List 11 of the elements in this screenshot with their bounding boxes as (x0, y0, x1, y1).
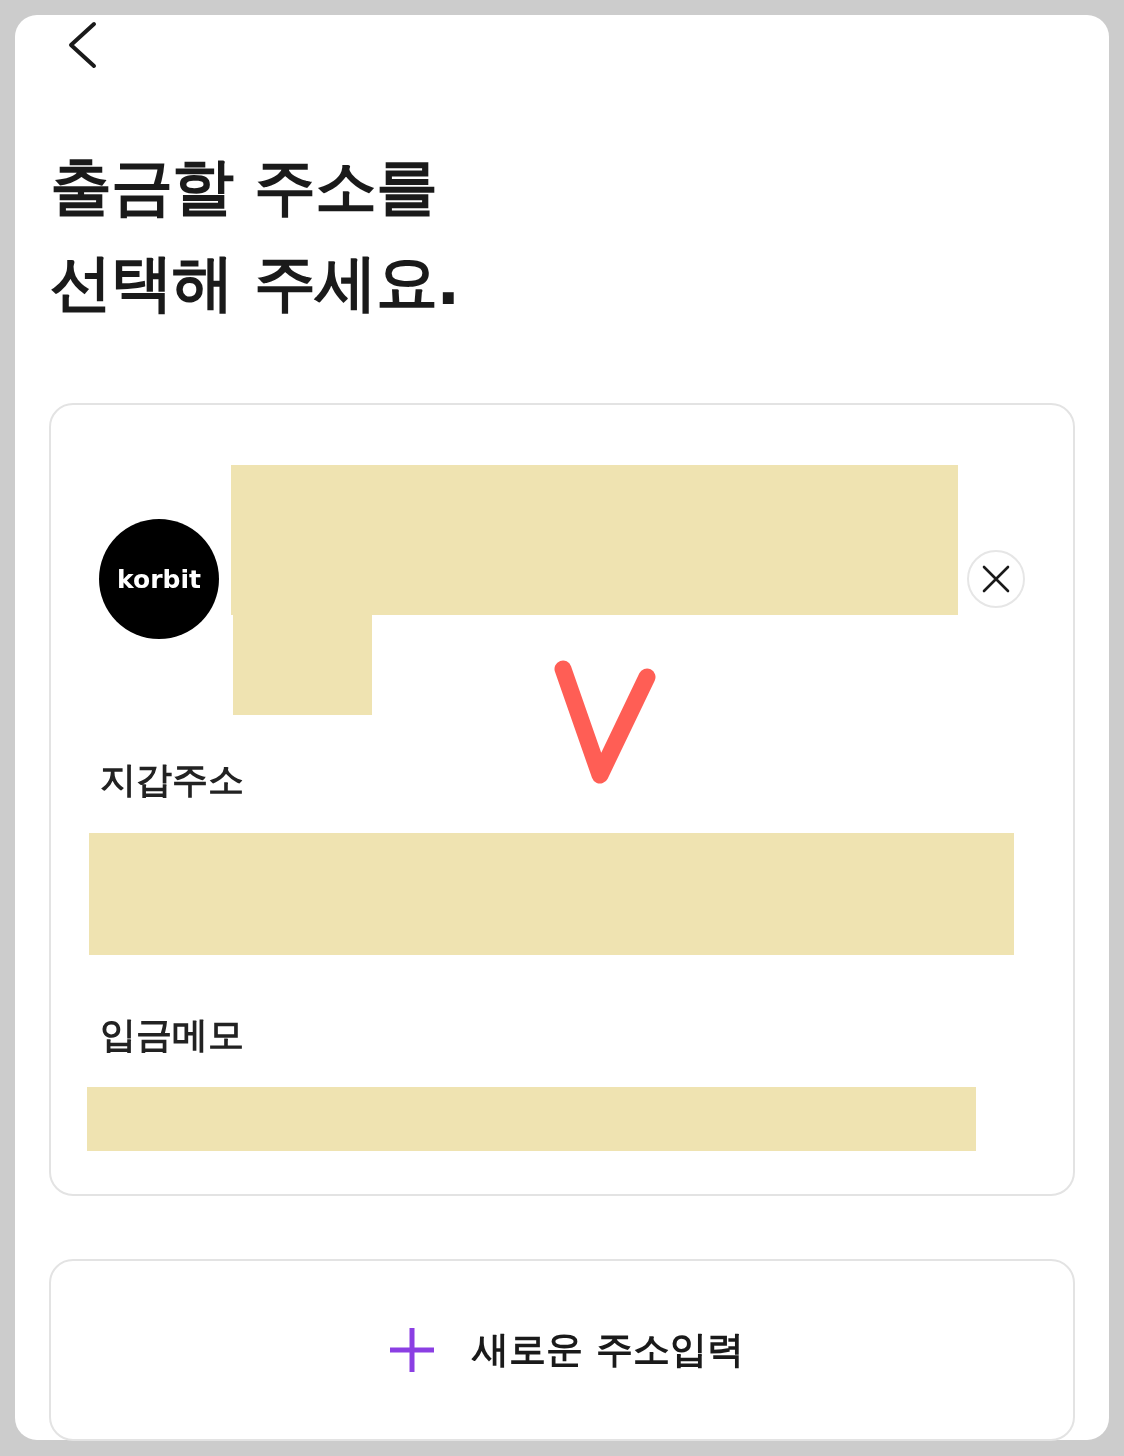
close-icon (982, 565, 1010, 593)
field-label: 입금메모 (100, 1013, 244, 1057)
back-button[interactable] (67, 21, 97, 69)
add-address-button[interactable]: 새로운 주소입력 (49, 1259, 1075, 1441)
back-icon (67, 21, 97, 69)
page-title: 출금할 주소를 선택해 주세요. (50, 149, 461, 321)
field-label: 지갑주소 (100, 758, 244, 802)
check-mark-icon (553, 659, 657, 785)
plus-icon (390, 1328, 435, 1372)
address-card[interactable]: korbit 지갑주소 입금메모 (49, 403, 1075, 1196)
exchange-logo: korbit (99, 519, 219, 639)
